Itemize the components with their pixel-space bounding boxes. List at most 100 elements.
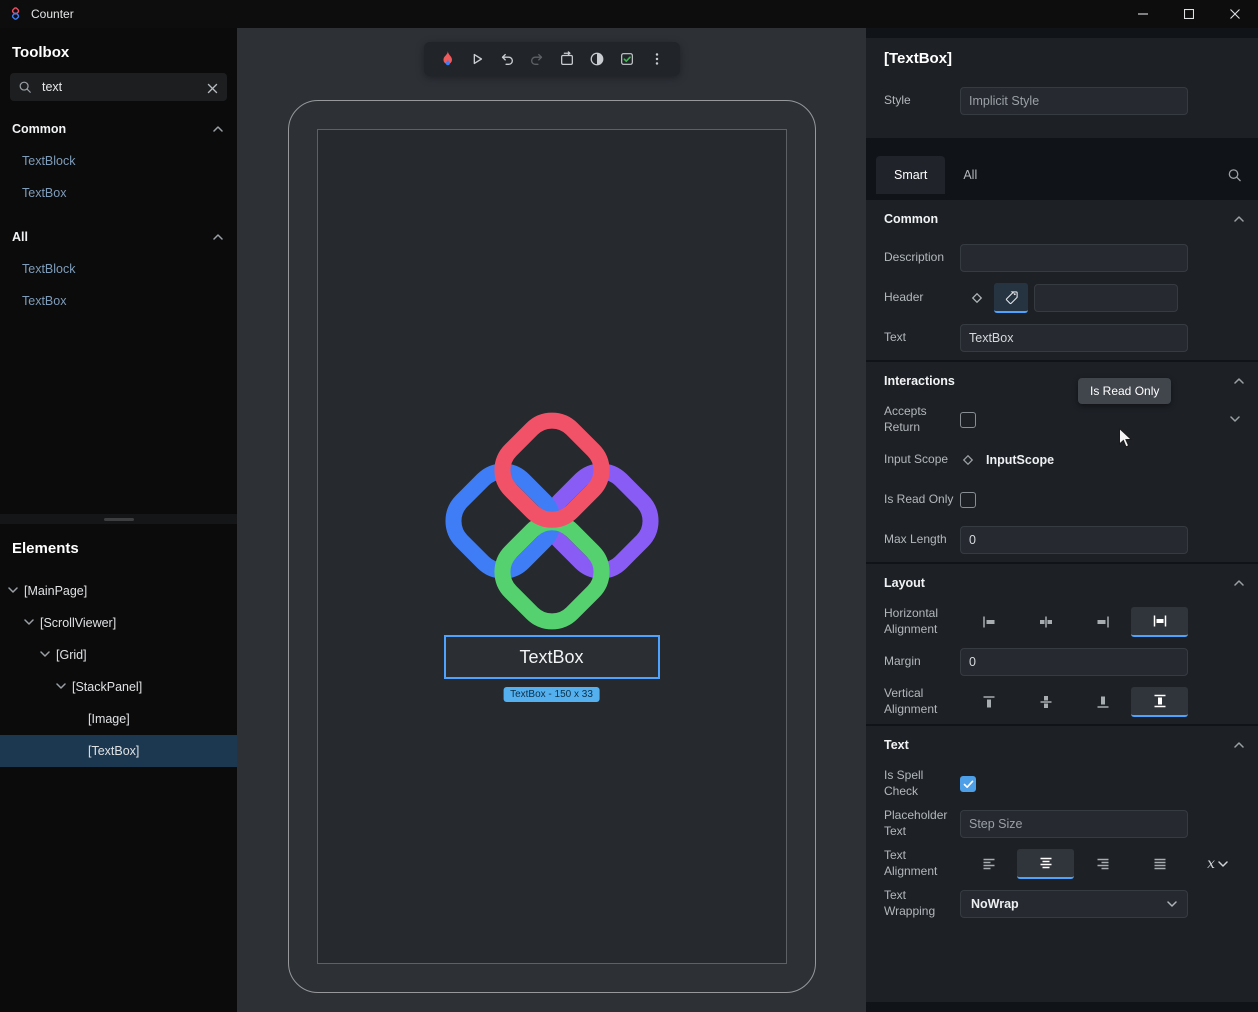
text-input[interactable] xyxy=(960,324,1188,352)
style-label: Style xyxy=(884,93,960,109)
chevron-down-icon[interactable] xyxy=(8,587,22,595)
text-align-justify-icon[interactable] xyxy=(1131,849,1188,879)
halign-stretch-icon[interactable] xyxy=(1131,607,1188,637)
tree-item-textbox[interactable]: [TextBox] xyxy=(0,735,237,767)
scroll-down-icon[interactable] xyxy=(1230,416,1240,422)
toolbox-item-textbox-all[interactable]: TextBox xyxy=(0,285,237,317)
toolbox-section-all[interactable]: All xyxy=(0,221,237,253)
horizontal-alignment-group xyxy=(960,607,1188,637)
is-read-only-checkbox[interactable] xyxy=(960,492,976,508)
theme-icon[interactable] xyxy=(584,47,610,71)
sidebar-splitter[interactable] xyxy=(0,514,237,524)
tag-icon[interactable] xyxy=(994,283,1028,313)
chevron-down-icon[interactable] xyxy=(40,651,54,659)
section-layout-header[interactable]: Layout xyxy=(884,564,1244,602)
horizontal-alignment-label: Horizontal Alignment xyxy=(884,606,960,637)
more-icon[interactable] xyxy=(644,47,670,71)
elements-title: Elements xyxy=(12,540,237,557)
max-length-input[interactable] xyxy=(960,526,1188,554)
play-icon[interactable] xyxy=(464,47,490,71)
flame-icon[interactable] xyxy=(434,47,460,71)
halign-center-icon[interactable] xyxy=(1017,607,1074,637)
input-scope-label: Input Scope xyxy=(884,452,960,468)
chevron-up-icon[interactable] xyxy=(1234,216,1244,222)
text-align-left-icon[interactable] xyxy=(960,849,1017,879)
reload-icon[interactable] xyxy=(554,47,580,71)
halign-right-icon[interactable] xyxy=(1074,607,1131,637)
toolbox-section-common[interactable]: Common xyxy=(0,113,237,145)
header-input[interactable] xyxy=(1034,284,1178,312)
splitter-handle[interactable] xyxy=(104,518,134,521)
textbox-element[interactable]: TextBox xyxy=(444,635,660,679)
text-align-right-icon[interactable] xyxy=(1074,849,1131,879)
halign-left-icon[interactable] xyxy=(960,607,1017,637)
inspector-header: [TextBox] Style xyxy=(866,38,1258,138)
minimize-button[interactable] xyxy=(1120,0,1166,28)
property-marker-icon[interactable] xyxy=(960,283,994,313)
maximize-button[interactable] xyxy=(1166,0,1212,28)
chevron-down-icon xyxy=(1167,901,1177,907)
chevron-down-icon[interactable] xyxy=(56,683,70,691)
accepts-return-checkbox[interactable] xyxy=(960,412,976,428)
section-interactions: Is Read Only Interactions Accepts Return… xyxy=(866,362,1258,562)
description-input[interactable] xyxy=(960,244,1188,272)
is-read-only-tooltip: Is Read Only xyxy=(1078,378,1171,404)
text-label: Text xyxy=(884,330,960,346)
valign-top-icon[interactable] xyxy=(960,687,1017,717)
section-text: Text Is Spell Check Placeholder Text Tex… xyxy=(866,726,1258,1002)
clear-search-icon[interactable] xyxy=(207,81,219,93)
section-common-header[interactable]: Common xyxy=(884,200,1244,238)
chevron-up-icon[interactable] xyxy=(1234,378,1244,384)
style-input[interactable] xyxy=(960,87,1188,115)
element-tree: [MainPage] [ScrollViewer] [Grid] [StackP… xyxy=(0,575,237,767)
margin-input[interactable] xyxy=(960,648,1188,676)
chevron-down-icon[interactable] xyxy=(24,619,38,627)
tab-all[interactable]: All xyxy=(945,156,995,194)
tree-item-scrollviewer[interactable]: [ScrollViewer] xyxy=(0,607,237,639)
valign-stretch-icon[interactable] xyxy=(1131,687,1188,717)
close-button[interactable] xyxy=(1212,0,1258,28)
toolbox-search[interactable] xyxy=(10,73,227,101)
search-icon[interactable] xyxy=(1227,168,1242,183)
chevron-up-icon xyxy=(213,126,223,132)
text-align-center-icon[interactable] xyxy=(1017,849,1074,879)
redo-icon[interactable] xyxy=(524,47,550,71)
tree-item-mainpage[interactable]: [MainPage] xyxy=(0,575,237,607)
text-alignment-label: Text Alignment xyxy=(884,848,960,879)
chevron-up-icon[interactable] xyxy=(1234,742,1244,748)
valign-bottom-icon[interactable] xyxy=(1074,687,1131,717)
text-wrapping-label: Text Wrapping xyxy=(884,888,960,919)
section-interactions-header[interactable]: Interactions xyxy=(884,362,1244,400)
toolbox-item-textblock-all[interactable]: TextBlock xyxy=(0,253,237,285)
section-common: Common Description Header Text xyxy=(866,200,1258,360)
tab-smart[interactable]: Smart xyxy=(876,156,945,194)
device-screen[interactable]: TextBox TextBox - 150 x 33 xyxy=(317,129,787,964)
tree-item-grid[interactable]: [Grid] xyxy=(0,639,237,671)
device-frame: TextBox TextBox - 150 x 33 xyxy=(288,100,816,993)
description-label: Description xyxy=(884,250,960,266)
valign-center-icon[interactable] xyxy=(1017,687,1074,717)
toolbox-search-input[interactable] xyxy=(40,79,207,95)
chevron-up-icon[interactable] xyxy=(1234,580,1244,586)
inspector-title: [TextBox] xyxy=(884,50,1244,67)
input-scope-value[interactable]: InputScope xyxy=(986,453,1054,467)
tree-item-stackpanel[interactable]: [StackPanel] xyxy=(0,671,237,703)
tree-item-image[interactable]: [Image] xyxy=(0,703,237,735)
app-window: Counter Toolbox Common xyxy=(0,0,1258,1012)
x-advanced-dropdown[interactable]: x xyxy=(1207,856,1228,872)
toolbox-item-textbox[interactable]: TextBox xyxy=(0,177,237,209)
titlebar: Counter xyxy=(0,0,1258,28)
check-icon[interactable] xyxy=(614,47,640,71)
uno-logo-image[interactable] xyxy=(439,408,665,639)
chevron-up-icon xyxy=(213,234,223,240)
section-text-header[interactable]: Text xyxy=(884,726,1244,764)
undo-icon[interactable] xyxy=(494,47,520,71)
window-title: Counter xyxy=(31,7,74,21)
section-layout: Layout Horizontal Alignment xyxy=(866,564,1258,724)
text-wrapping-dropdown[interactable]: NoWrap xyxy=(960,890,1188,918)
is-spell-check-checkbox[interactable] xyxy=(960,776,976,792)
toolbox-item-textblock[interactable]: TextBlock xyxy=(0,145,237,177)
placeholder-text-input[interactable] xyxy=(960,810,1188,838)
property-marker-icon[interactable] xyxy=(960,452,976,468)
placeholder-text-label: Placeholder Text xyxy=(884,808,960,839)
